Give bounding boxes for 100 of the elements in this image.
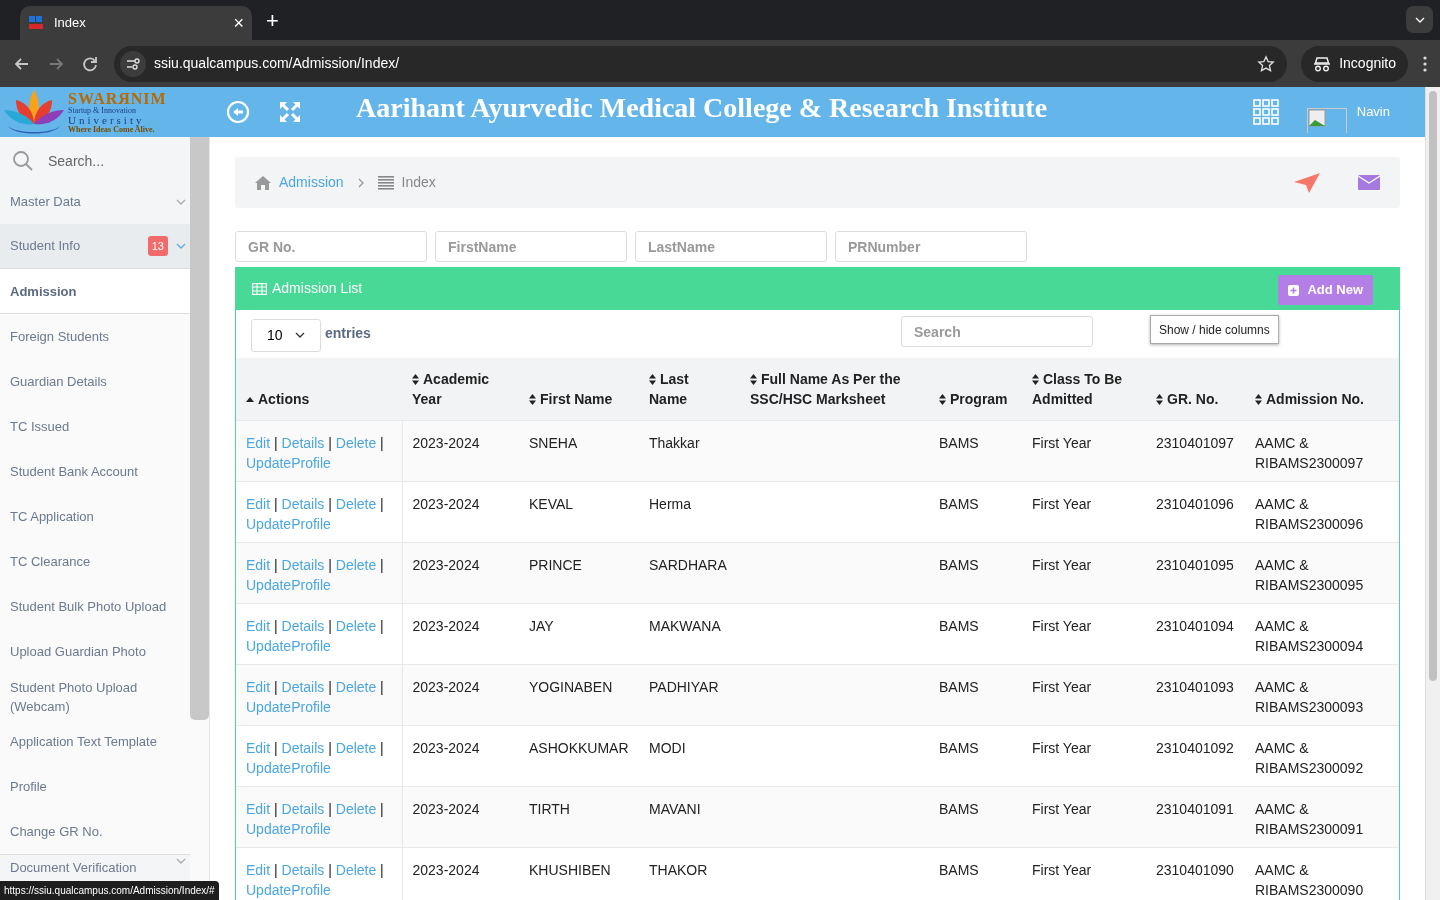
update-profile-link[interactable]: UpdateProfile (246, 454, 331, 471)
column-header[interactable]: Last Name (639, 358, 740, 420)
details-link[interactable]: Details (281, 861, 325, 878)
details-link[interactable]: Details (281, 739, 325, 756)
table-cell: BAMS (939, 617, 979, 634)
edit-link[interactable]: Edit (246, 556, 271, 573)
table-cell: MAKWANA (649, 617, 721, 634)
column-header[interactable]: Class To Be Admitted (1022, 358, 1146, 420)
column-header[interactable]: Actions (236, 358, 402, 420)
delete-link[interactable]: Delete (335, 800, 377, 817)
sidebar-item[interactable]: TC Clearance (0, 539, 190, 584)
link-separator: | (379, 556, 384, 573)
update-profile-link[interactable]: UpdateProfile (246, 881, 331, 898)
delete-link[interactable]: Delete (335, 678, 377, 695)
column-header[interactable]: Full Name As Per the SSC/HSC Marksheet (740, 358, 929, 420)
filter-field[interactable]: PRNumber (835, 231, 1027, 262)
sidebar-item[interactable]: TC Issued (0, 404, 190, 449)
edit-link[interactable]: Edit (246, 678, 271, 695)
filter-field[interactable]: GR No. (235, 231, 427, 262)
address-bar[interactable]: ssiu.qualcampus.com/Admission/Index/ (114, 45, 1288, 82)
edit-link[interactable]: Edit (246, 495, 271, 512)
delete-link[interactable]: Delete (335, 434, 377, 451)
delete-link[interactable]: Delete (335, 739, 377, 756)
sidebar-item[interactable]: Upload Guardian Photo (0, 629, 190, 674)
add-new-button[interactable]: Add New (1278, 275, 1373, 305)
sidebar-search-field[interactable]: Search... (48, 150, 105, 172)
column-header[interactable]: Academic Year (402, 358, 519, 420)
edit-link[interactable]: Edit (246, 434, 271, 451)
sidebar-item[interactable]: Change GR No. (0, 809, 190, 854)
table-cell: First Year (1032, 556, 1092, 573)
back-circle-icon[interactable] (226, 100, 250, 124)
apps-grid-icon[interactable] (1252, 99, 1279, 125)
delete-link[interactable]: Delete (335, 556, 377, 573)
tab-search-button[interactable] (1406, 6, 1433, 33)
edit-link[interactable]: Edit (246, 617, 271, 634)
column-header[interactable]: GR. No. (1146, 358, 1245, 420)
link-separator: | (379, 617, 384, 634)
details-link[interactable]: Details (281, 800, 325, 817)
sidebar-item[interactable]: Guardian Details (0, 359, 190, 404)
update-profile-link[interactable]: UpdateProfile (246, 637, 331, 654)
sidebar-scrollbar[interactable] (190, 137, 209, 720)
update-profile-link[interactable]: UpdateProfile (246, 576, 331, 593)
sidebar-item[interactable]: Admission (0, 269, 190, 314)
breadcrumb-link[interactable]: Admission (279, 172, 344, 193)
details-link[interactable]: Details (281, 678, 325, 695)
site-settings-icon[interactable] (120, 50, 146, 77)
table-cell: AAMC & RIBAMS2300091 (1255, 800, 1364, 837)
table-cell: AAMC & RIBAMS2300090 (1255, 861, 1364, 898)
page-size-select[interactable]: 10 (251, 318, 321, 352)
sidebar-item[interactable]: Student Bulk Photo Upload (0, 584, 190, 629)
incognito-button[interactable]: Incognito (1301, 45, 1408, 82)
update-profile-link[interactable]: UpdateProfile (246, 698, 331, 715)
sidebar-item[interactable]: Student Photo Upload (Webcam) (0, 674, 190, 719)
envelope-icon[interactable] (1358, 175, 1380, 190)
scrollbar-thumb[interactable] (1429, 91, 1437, 681)
delete-link[interactable]: Delete (335, 495, 377, 512)
update-profile-link[interactable]: UpdateProfile (246, 759, 331, 776)
table-cell: 2310401097 (1156, 434, 1234, 451)
sidebar-item[interactable]: Foreign Students (0, 314, 190, 359)
new-tab-button[interactable]: + (266, 10, 279, 32)
sidebar-item[interactable]: Application Text Template (0, 719, 190, 764)
details-link[interactable]: Details (281, 556, 325, 573)
details-link[interactable]: Details (281, 495, 325, 512)
details-link[interactable]: Details (281, 617, 325, 634)
edit-link[interactable]: Edit (246, 800, 271, 817)
breadcrumb-current: Index (401, 173, 436, 192)
column-header[interactable]: Program (929, 358, 1022, 420)
filter-field[interactable]: LastName (635, 231, 827, 262)
table-cell: JAY (529, 617, 554, 634)
update-profile-link[interactable]: UpdateProfile (246, 820, 331, 837)
browser-tab[interactable]: Index × (20, 6, 252, 40)
tab-close-button[interactable]: × (233, 14, 244, 32)
show-hide-columns-button[interactable]: Show / hide columns (1150, 315, 1279, 344)
delete-link[interactable]: Delete (335, 861, 377, 878)
page-scrollbar[interactable] (1425, 87, 1440, 900)
table-cell: BAMS (939, 495, 979, 512)
delete-link[interactable]: Delete (335, 617, 377, 634)
edit-link[interactable]: Edit (246, 739, 271, 756)
paper-plane-icon[interactable] (1294, 172, 1320, 193)
update-profile-link[interactable]: UpdateProfile (246, 515, 331, 532)
edit-link[interactable]: Edit (246, 861, 271, 878)
details-link[interactable]: Details (281, 434, 325, 451)
table-search-field[interactable]: Search (901, 316, 1093, 347)
column-header[interactable]: First Name (519, 358, 639, 420)
sidebar-item[interactable]: Student Bank Account (0, 449, 190, 494)
link-separator: | (379, 739, 384, 756)
filter-field[interactable]: FirstName (435, 231, 627, 262)
sidebar-item[interactable]: Profile (0, 764, 190, 809)
url-text: ssiu.qualcampus.com/Admission/Index/ (154, 54, 401, 73)
table-cell: First Year (1032, 739, 1092, 756)
column-header[interactable]: Admission No. (1245, 358, 1399, 420)
sidebar-group[interactable]: Student Info 13 (0, 224, 190, 269)
sidebar-item[interactable]: TC Application (0, 494, 190, 539)
bookmark-star-icon[interactable] (1257, 54, 1276, 73)
user-name[interactable]: Navin (1356, 102, 1390, 122)
fullscreen-icon[interactable] (278, 100, 302, 124)
table-cell: 2310401091 (1156, 800, 1234, 817)
link-separator: | (273, 739, 279, 756)
table-cell: BAMS (939, 861, 979, 878)
menu-icon[interactable] (1422, 54, 1428, 73)
